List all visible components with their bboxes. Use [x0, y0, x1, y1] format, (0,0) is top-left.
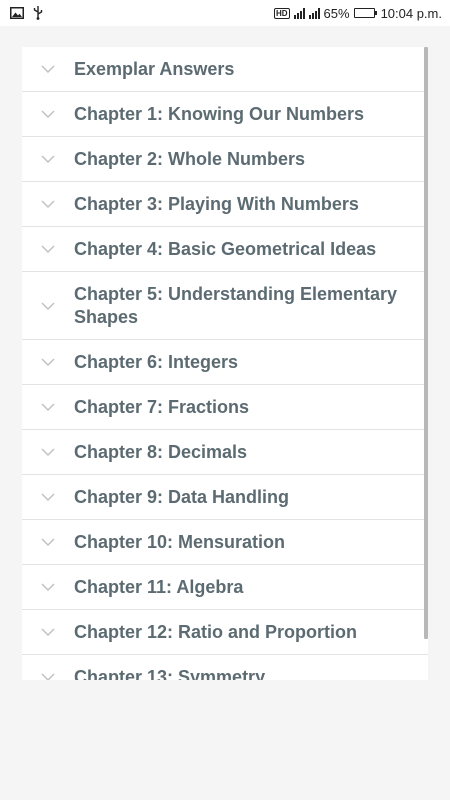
- battery-icon: [353, 8, 377, 18]
- list-item-label: Chapter 8: Decimals: [74, 441, 248, 462]
- chevron-down-icon: [22, 358, 74, 366]
- battery-percent: 65%: [323, 5, 350, 21]
- scrollbar[interactable]: [424, 47, 428, 639]
- list-item[interactable]: Chapter 10: Mensuration: [22, 520, 428, 565]
- list-item[interactable]: Chapter 7: Fractions: [22, 385, 428, 430]
- image-icon: [10, 7, 24, 19]
- list-item[interactable]: Exemplar Answers: [22, 47, 428, 92]
- chevron-down-icon: [22, 301, 74, 310]
- list-item-label: Chapter 10: Mensuration: [74, 531, 286, 552]
- list-item[interactable]: Chapter 13: Symmetry: [22, 655, 428, 680]
- status-left: [10, 6, 43, 20]
- list-item-label: Chapter 4: Basic Geometrical Ideas: [74, 238, 377, 259]
- list-item[interactable]: Chapter 4: Basic Geometrical Ideas: [22, 227, 428, 272]
- chevron-down-icon: [22, 403, 74, 411]
- list-item-label: Chapter 6: Integers: [74, 351, 239, 372]
- chevron-down-icon: [22, 155, 74, 163]
- list-item[interactable]: Chapter 5: Understanding Elementary Shap…: [22, 272, 428, 340]
- list-item-label: Chapter 11: Algebra: [74, 576, 244, 597]
- chapter-list[interactable]: Exemplar Answers Chapter 1: Knowing Our N…: [22, 47, 428, 680]
- list-item-label: Chapter 13: Symmetry: [74, 666, 266, 681]
- list-item-label: Exemplar Answers: [74, 58, 235, 79]
- list-item-label: Chapter 5: Understanding Elementary Shap…: [74, 283, 398, 327]
- chevron-down-icon: [22, 673, 74, 680]
- chevron-down-icon: [22, 538, 74, 546]
- signal-icon: [293, 7, 305, 19]
- chevron-down-icon: [22, 448, 74, 456]
- list-item[interactable]: Chapter 6: Integers: [22, 340, 428, 385]
- list-item-label: Chapter 9: Data Handling: [74, 486, 290, 507]
- list-item[interactable]: Chapter 11: Algebra: [22, 565, 428, 610]
- chevron-down-icon: [22, 200, 74, 208]
- chevron-down-icon: [22, 110, 74, 118]
- list-item-label: Chapter 3: Playing With Numbers: [74, 193, 359, 214]
- chevron-down-icon: [22, 493, 74, 501]
- chevron-down-icon: [22, 245, 74, 253]
- chevron-down-icon: [22, 628, 74, 636]
- list-item-label: Chapter 12: Ratio and Proportion: [74, 621, 358, 642]
- list-item[interactable]: Chapter 8: Decimals: [22, 430, 428, 475]
- list-item-label: Chapter 1: Knowing Our Numbers: [74, 103, 365, 124]
- usb-icon: [33, 6, 43, 20]
- status-bar: HD 65% 10:04 p.m.: [0, 0, 450, 26]
- chevron-down-icon: [22, 65, 74, 73]
- signal-icon: [308, 7, 320, 19]
- list-item[interactable]: Chapter 1: Knowing Our Numbers: [22, 92, 428, 137]
- status-right: HD 65% 10:04 p.m.: [273, 5, 442, 21]
- list-item[interactable]: Chapter 3: Playing With Numbers: [22, 182, 428, 227]
- list-item[interactable]: Chapter 9: Data Handling: [22, 475, 428, 520]
- list-item-label: Chapter 7: Fractions: [74, 396, 250, 417]
- clock: 10:04 p.m.: [380, 5, 442, 21]
- list-item-label: Chapter 2: Whole Numbers: [74, 148, 306, 169]
- chevron-down-icon: [22, 583, 74, 591]
- list-item[interactable]: Chapter 12: Ratio and Proportion: [22, 610, 428, 655]
- hd-icon: HD: [273, 7, 290, 19]
- list-item[interactable]: Chapter 2: Whole Numbers: [22, 137, 428, 182]
